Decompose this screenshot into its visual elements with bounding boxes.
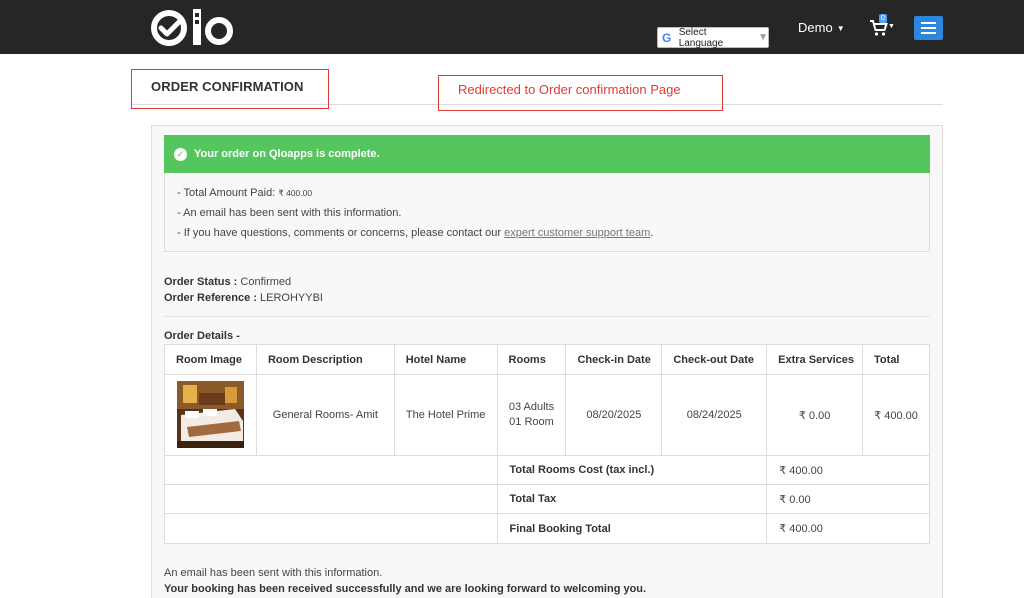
checkin-date-cell: 08/20/2025 (565, 374, 663, 456)
table-header: Extra Services (766, 344, 864, 375)
contact-line: - If you have questions, comments or con… (177, 227, 929, 247)
top-navigation-bar: G Select Language ▼ Demo ▼ 0 ▼ (0, 0, 1024, 54)
table-header: Total (862, 344, 930, 375)
rooms-cell: 03 Adults 01 Room (496, 374, 567, 456)
summary-value: ₹ 400.00 (766, 513, 930, 544)
email-sent-line: - An email has been sent with this infor… (177, 207, 402, 219)
account-menu[interactable]: Demo ▼ (798, 20, 845, 35)
account-label: Demo (798, 20, 833, 35)
table-header: Check-out Date (661, 344, 768, 375)
table-header: Hotel Name (393, 344, 498, 375)
contact-prefix: - If you have questions, comments or con… (177, 227, 505, 239)
cart-count-badge: 0 (879, 14, 887, 23)
table-header: Room Description (255, 344, 395, 375)
order-summary-notes: - Total Amount Paid: ₹ 400.00 - An email… (164, 173, 930, 252)
footer-notes: An email has been sent with this informa… (164, 565, 646, 597)
order-status-label: Order Status : (164, 276, 238, 288)
total-cell: ₹ 400.00 (862, 374, 930, 456)
google-icon: G (662, 30, 672, 45)
amount-paid-value: ₹ 400.00 (278, 188, 313, 198)
order-reference-line: Order Reference : LEROHYYBI (164, 290, 323, 306)
order-status-block: Order Status : Confirmed Order Reference… (164, 274, 323, 306)
checkout-date-cell: 08/24/2025 (661, 374, 768, 456)
summary-row: Total Rooms Cost (tax incl.) ₹ 400.00 (164, 455, 930, 485)
cart-button[interactable]: 0 ▼ (869, 14, 895, 37)
table-header: Room Image (164, 344, 257, 375)
annotation-box-title (131, 69, 329, 109)
table-header: Rooms (496, 344, 567, 375)
footer-email-note: An email has been sent with this informa… (164, 567, 383, 579)
room-description-cell: General Rooms- Amit (255, 374, 395, 456)
menu-bar (921, 27, 936, 29)
adults-count: 03 Adults (508, 401, 555, 413)
table-row: General Rooms- Amit The Hotel Prime 03 A… (164, 374, 930, 456)
table-header-row: Room Image Room Description Hotel Name R… (164, 344, 930, 375)
summary-label: Total Tax (496, 484, 768, 514)
hotel-name-cell: The Hotel Prime (393, 374, 498, 456)
amount-paid-label: - Total Amount Paid: (177, 187, 279, 199)
success-message: Your order on Qloapps is complete. (194, 148, 380, 160)
summary-label: Total Rooms Cost (tax incl.) (496, 455, 768, 485)
caret-down-icon: ▼ (836, 24, 845, 34)
room-photo[interactable] (177, 381, 244, 448)
summary-label: Final Booking Total (496, 513, 768, 544)
order-status-value: Confirmed (237, 276, 292, 288)
success-alert: ✓ Your order on Qloapps is complete. (164, 135, 930, 173)
language-selector[interactable]: G Select Language ▼ (657, 26, 769, 49)
hamburger-menu-button[interactable] (914, 16, 943, 40)
extra-services-cell: ₹ 0.00 (766, 374, 864, 456)
summary-value: ₹ 0.00 (766, 484, 930, 514)
qlo-logo[interactable] (150, 7, 236, 49)
caret-down-icon: ▼ (888, 23, 895, 30)
summary-spacer (164, 484, 498, 514)
language-label: Select Language (678, 26, 724, 49)
summary-value: ₹ 400.00 (766, 455, 930, 485)
order-details-heading: Order Details - (164, 330, 240, 342)
summary-spacer (164, 513, 498, 544)
table-header: Check-in Date (565, 344, 663, 375)
menu-bar (921, 32, 936, 34)
summary-row: Final Booking Total ₹ 400.00 (164, 513, 930, 544)
order-reference-value: LEROHYYBI (256, 292, 323, 304)
chevron-down-icon: ▼ (758, 32, 768, 43)
rooms-count: 01 Room (509, 416, 554, 428)
contact-suffix: . (650, 227, 654, 239)
support-team-link[interactable]: expert customer support team (504, 227, 650, 239)
check-circle-icon: ✓ (174, 147, 187, 161)
summary-row: Total Tax ₹ 0.00 (164, 484, 930, 514)
section-divider (164, 316, 930, 317)
annotation-text: Redirected to Order confirmation Page (458, 82, 681, 97)
order-reference-label: Order Reference : (164, 292, 257, 304)
summary-spacer (164, 455, 498, 485)
amount-paid-line: - Total Amount Paid: ₹ 400.00 (177, 187, 929, 207)
footer-thanks: Your booking has been received successfu… (164, 583, 647, 595)
room-image-cell (164, 374, 257, 456)
order-status-line: Order Status : Confirmed (164, 274, 323, 290)
order-details-table: Room Image Room Description Hotel Name R… (164, 344, 930, 544)
menu-bar (921, 22, 936, 24)
